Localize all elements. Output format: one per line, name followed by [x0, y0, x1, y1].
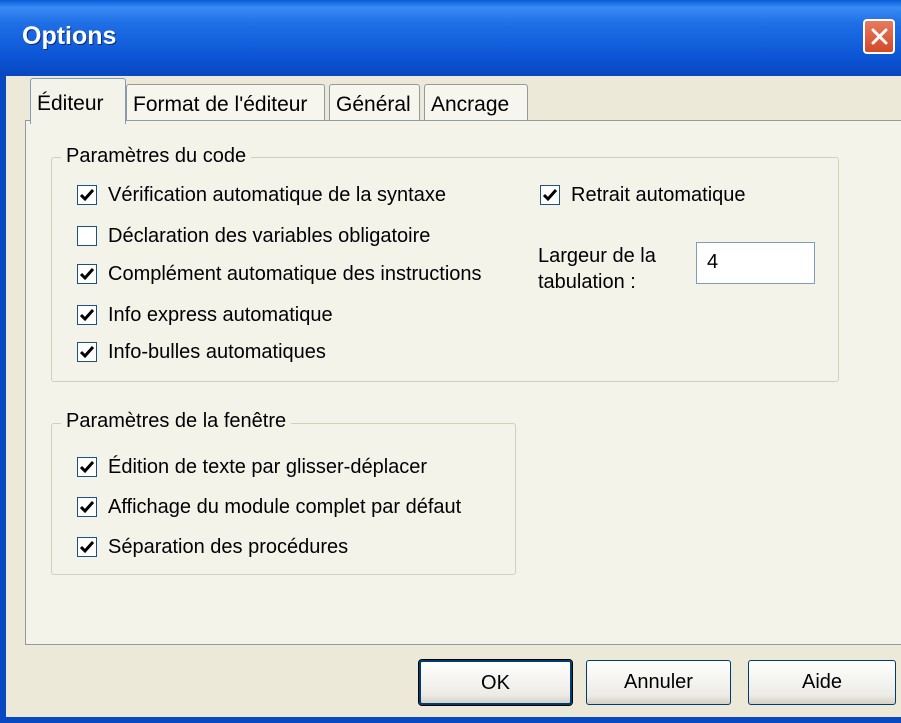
auto-data-tips-label[interactable]: Info-bulles automatiques: [108, 341, 326, 364]
require-variables-label[interactable]: Déclaration des variables obligatoire: [108, 225, 430, 248]
checkmark-icon: [80, 501, 94, 514]
tab-width-label: Largeur de la tabulation :: [538, 243, 656, 295]
code-settings-legend: Paramètres du code: [61, 145, 252, 168]
tab-label: Format de l'éditeur: [133, 93, 308, 116]
window-frame-left: [0, 76, 6, 723]
checkmark-icon: [543, 189, 557, 202]
tab-general[interactable]: Général: [329, 84, 420, 120]
window-title: Options: [22, 22, 117, 50]
tab-width-input[interactable]: 4: [696, 242, 815, 284]
tab-width-value: 4: [707, 251, 719, 273]
tab-format-editeur[interactable]: Format de l'éditeur: [126, 84, 325, 120]
auto-data-tips-checkbox[interactable]: [77, 342, 97, 362]
ok-button[interactable]: OK: [418, 659, 573, 706]
drag-drop-editing-label[interactable]: Édition de texte par glisser-déplacer: [108, 456, 427, 479]
full-module-view-checkbox[interactable]: [77, 497, 97, 517]
tab-width-label-line2: tabulation :: [538, 271, 636, 293]
auto-indent-label[interactable]: Retrait automatique: [571, 184, 746, 207]
syntax-check-checkbox[interactable]: [77, 185, 97, 205]
require-variables-checkbox[interactable]: [77, 226, 97, 246]
tab-width-label-line1: Largeur de la: [538, 245, 656, 267]
auto-indent-checkbox[interactable]: [540, 185, 560, 205]
tab-editeur[interactable]: Éditeur: [30, 78, 126, 124]
syntax-check-label[interactable]: Vérification automatique de la syntaxe: [108, 184, 446, 207]
checkmark-icon: [80, 346, 94, 359]
checkmark-icon: [80, 309, 94, 322]
cancel-button[interactable]: Annuler: [586, 660, 731, 705]
checkmark-icon: [80, 541, 94, 554]
checkmark-icon: [80, 461, 94, 474]
auto-quick-info-checkbox[interactable]: [77, 305, 97, 325]
auto-list-members-checkbox[interactable]: [77, 264, 97, 284]
title-bar[interactable]: Options: [0, 0, 901, 76]
drag-drop-editing-checkbox[interactable]: [77, 457, 97, 477]
close-icon: [871, 28, 888, 45]
tab-label: Général: [336, 93, 411, 116]
auto-list-members-label[interactable]: Complément automatique des instructions: [108, 263, 482, 286]
tab-label: Ancrage: [431, 93, 510, 116]
auto-quick-info-label[interactable]: Info express automatique: [108, 304, 333, 327]
window-settings-legend: Paramètres de la fenêtre: [61, 410, 292, 433]
options-dialog: Options Éditeur Format de l'éditeur Géné…: [0, 0, 901, 723]
window-frame-bottom: [0, 717, 901, 723]
checkmark-icon: [80, 189, 94, 202]
tab-label: Éditeur: [37, 92, 104, 115]
help-button[interactable]: Aide: [748, 660, 896, 705]
close-button[interactable]: [863, 19, 895, 54]
checkmark-icon: [80, 268, 94, 281]
full-module-view-label[interactable]: Affichage du module complet par défaut: [108, 496, 461, 519]
tab-ancrage[interactable]: Ancrage: [424, 84, 528, 120]
procedure-separator-checkbox[interactable]: [77, 537, 97, 557]
procedure-separator-label[interactable]: Séparation des procédures: [108, 536, 348, 559]
